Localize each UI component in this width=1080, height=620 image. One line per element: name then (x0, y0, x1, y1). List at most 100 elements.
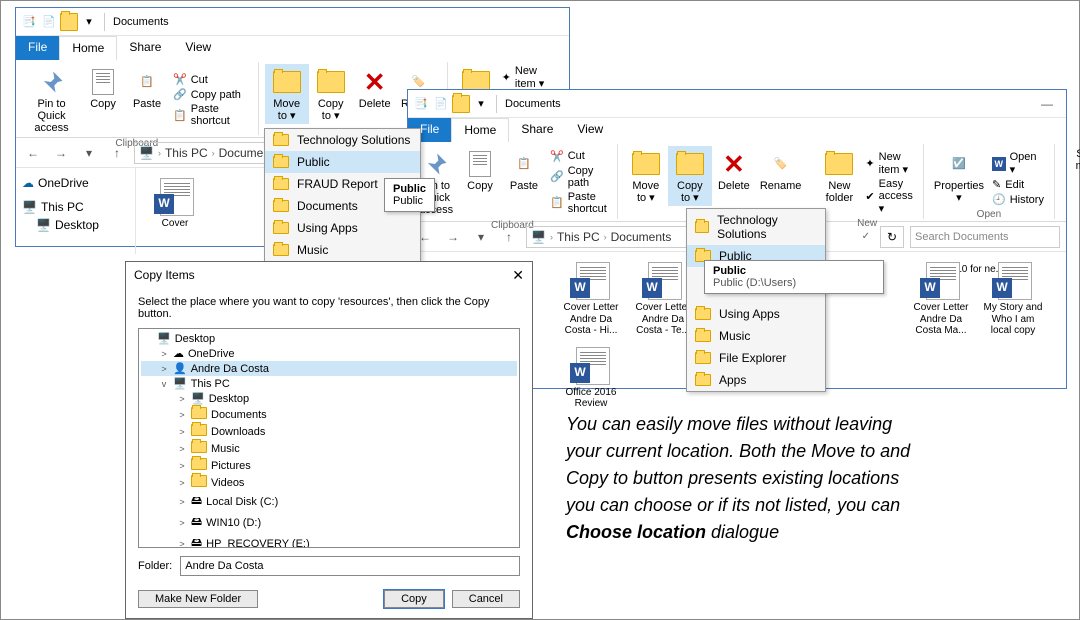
file-item[interactable]: WCover Letter Andre Da Costa - Hi... (558, 258, 624, 337)
titlebar[interactable]: 📑 📄 ▾ Documents (16, 8, 569, 36)
tree-node[interactable]: >🖴WIN10 (D:) (141, 512, 517, 533)
file-item[interactable]: W Cover (142, 174, 208, 230)
close-button[interactable]: ✕ (512, 267, 524, 284)
copy-dest-usingapps[interactable]: Using Apps (687, 303, 825, 325)
tab-view[interactable]: View (565, 118, 615, 142)
paste-shortcut-button[interactable]: 📋Paste shortcut (546, 190, 611, 216)
paste-button[interactable]: 📋Paste (502, 146, 546, 218)
rename-button[interactable]: 🏷️Rename (756, 146, 806, 206)
folder-icon[interactable] (452, 95, 470, 113)
select-button[interactable]: Semc (1061, 146, 1080, 174)
newitem-icon: ✦ (502, 71, 511, 84)
tree-node[interactable]: >👤Andre Da Costa (141, 361, 517, 376)
new-folder-button[interactable]: Newfolder (817, 146, 861, 216)
newfolder-icon[interactable]: 📄 (40, 13, 58, 31)
new-item-button[interactable]: ✦New item ▾ (861, 150, 916, 177)
dialog-message: Select the place where you want to copy … (126, 288, 532, 328)
overflow-icon[interactable]: ▾ (472, 95, 490, 113)
copy-to-button[interactable]: Copyto ▾ (668, 146, 712, 206)
up-button[interactable]: ↑ (106, 146, 128, 160)
copy-dest-apps[interactable]: Apps (687, 369, 825, 391)
folder-tree[interactable]: 🖥️Desktop>☁OneDrive>👤Andre Da Costav🖥️Th… (138, 328, 520, 548)
dialog-title: Copy Items (134, 268, 195, 282)
recent-button[interactable]: ▾ (78, 146, 100, 160)
copy-icon (87, 66, 119, 98)
properties-icon[interactable]: 📑 (412, 95, 430, 113)
move-to-button[interactable]: Moveto ▾ (265, 64, 309, 124)
cut-button[interactable]: ✂️Cut (546, 149, 611, 164)
copy-path-button[interactable]: 🔗Copy path (546, 164, 611, 190)
scissors-icon: ✂️ (550, 150, 564, 163)
up-button[interactable]: ↑ (498, 230, 520, 244)
forward-button[interactable]: → (442, 230, 464, 244)
newfolder-icon[interactable]: 📄 (432, 95, 450, 113)
tree-node[interactable]: >Music (141, 440, 517, 457)
tab-view[interactable]: View (173, 36, 223, 60)
delete-button[interactable]: ✕Delete (353, 64, 397, 124)
tree-node[interactable]: >🖴HP_RECOVERY (E:) (141, 533, 517, 548)
titlebar[interactable]: 📑 📄 ▾ Documents — (408, 90, 1066, 118)
tree-node[interactable]: 🖥️Desktop (141, 331, 517, 346)
make-new-folder-button[interactable]: Make New Folder (138, 590, 258, 608)
paste-button[interactable]: 📋Paste (125, 64, 169, 136)
copy-tooltip: Public Public (D:\Users) (704, 260, 884, 294)
properties-button[interactable]: ☑️Properties ▾ (930, 146, 988, 207)
paste-shortcut-button[interactable]: 📋Paste shortcut (169, 102, 252, 128)
tree-node[interactable]: >Downloads (141, 423, 517, 440)
tree-node[interactable]: >🖥️Desktop (141, 391, 517, 406)
file-item[interactable]: WOffice 2016 Review (558, 343, 624, 410)
dialog-titlebar[interactable]: Copy Items ✕ (126, 262, 532, 288)
folder-label: Folder: (138, 560, 172, 572)
copy-button[interactable]: Copy (458, 146, 502, 218)
tab-home[interactable]: Home (451, 118, 509, 142)
tab-share[interactable]: Share (117, 36, 173, 60)
cancel-button[interactable]: Cancel (452, 590, 520, 608)
forward-button[interactable]: → (50, 146, 72, 160)
copy-button[interactable]: Copy (81, 64, 125, 136)
nav-desktop[interactable]: 🖥️Desktop (18, 216, 133, 234)
tab-share[interactable]: Share (509, 118, 565, 142)
new-item-button[interactable]: ✦New item ▾ (498, 64, 563, 91)
tree-node[interactable]: v🖥️This PC (141, 376, 517, 391)
history-button[interactable]: 🕘History (988, 192, 1048, 207)
properties-icon[interactable]: 📑 (20, 13, 38, 31)
window-title: Documents (113, 16, 169, 28)
open-button[interactable]: WOpen ▾ (988, 150, 1048, 177)
nav-onedrive[interactable]: ☁OneDrive (18, 174, 133, 192)
move-to-button[interactable]: Moveto ▾ (624, 146, 668, 206)
caption-text: You can easily move files without leavin… (566, 411, 926, 546)
folder-input[interactable] (180, 556, 520, 576)
tab-home[interactable]: Home (59, 36, 117, 60)
copy-dest-tech[interactable]: Technology Solutions (687, 209, 825, 245)
move-dest-tech[interactable]: Technology Solutions (265, 129, 420, 151)
tree-node[interactable]: >🖴Local Disk (C:) (141, 491, 517, 512)
copy-dest-fileexplorer[interactable]: File Explorer (687, 347, 825, 369)
folder-icon[interactable] (60, 13, 78, 31)
pc-icon: 🖥️ (139, 146, 154, 160)
move-dest-usingapps[interactable]: Using Apps (265, 217, 420, 239)
refresh-button[interactable]: ↻ (880, 226, 904, 248)
tree-node[interactable]: >Videos (141, 474, 517, 491)
nav-tree: ☁OneDrive 🖥️This PC 🖥️Desktop (16, 168, 136, 254)
back-button[interactable]: ← (22, 146, 44, 160)
move-dest-music[interactable]: Music (265, 239, 420, 261)
tab-file[interactable]: File (16, 36, 59, 60)
copy-confirm-button[interactable]: Copy (384, 590, 444, 608)
minimize-button[interactable]: — (1032, 97, 1062, 111)
move-dest-public[interactable]: Public (265, 151, 420, 173)
nav-thispc[interactable]: 🖥️This PC (18, 198, 133, 216)
easy-access-button[interactable]: ✔Easy access ▾ (861, 177, 916, 216)
tree-node[interactable]: >Pictures (141, 457, 517, 474)
edit-button[interactable]: ✎Edit (988, 177, 1048, 192)
overflow-icon[interactable]: ▾ (80, 13, 98, 31)
copy-dest-music[interactable]: Music (687, 325, 825, 347)
search-input[interactable]: Search Documents (910, 226, 1060, 248)
copy-path-button[interactable]: 🔗Copy path (169, 87, 252, 102)
recent-button[interactable]: ▾ (470, 230, 492, 244)
pin-quick-access-button[interactable]: Pin to Quickaccess (22, 64, 81, 136)
delete-button[interactable]: ✕Delete (712, 146, 756, 206)
copy-to-button[interactable]: Copyto ▾ (309, 64, 353, 124)
tree-node[interactable]: >☁OneDrive (141, 346, 517, 361)
cut-button[interactable]: ✂️Cut (169, 72, 252, 87)
tree-node[interactable]: >Documents (141, 406, 517, 423)
